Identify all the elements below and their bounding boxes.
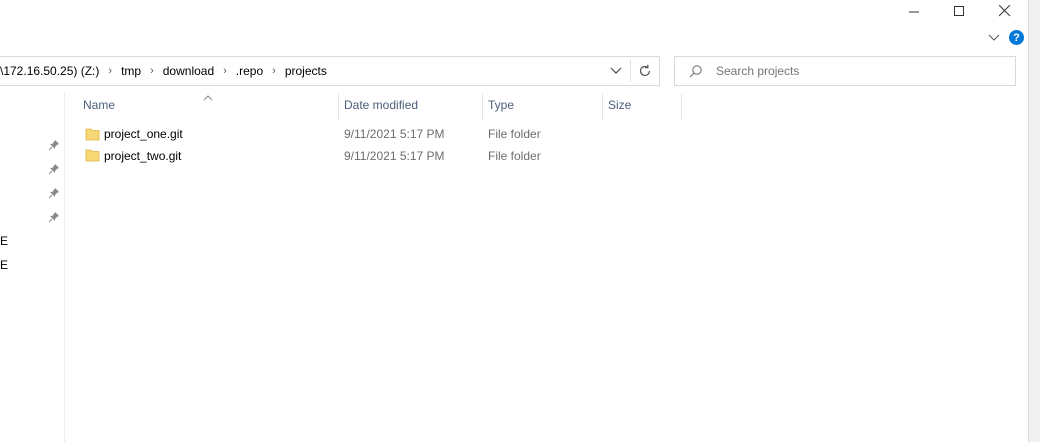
pin-icon[interactable] [48, 139, 60, 151]
column-header-type[interactable]: Type [488, 98, 514, 116]
search-box[interactable] [674, 56, 1016, 86]
column-header-date-modified[interactable]: Date modified [344, 98, 418, 116]
column-divider[interactable] [338, 94, 339, 120]
column-divider[interactable] [482, 94, 483, 120]
sidebar-item-label[interactable]: E [0, 258, 8, 272]
column-header-name[interactable]: Name [83, 98, 115, 116]
search-input[interactable] [714, 63, 1008, 79]
maximize-button[interactable] [936, 0, 982, 22]
pin-icon[interactable] [48, 187, 60, 199]
sort-ascending-icon [203, 90, 213, 104]
chevron-down-icon [610, 67, 622, 74]
breadcrumb-separator-icon[interactable]: › [108, 65, 112, 77]
breadcrumb-projects[interactable]: projects [285, 64, 327, 78]
file-date-modified: 9/11/2021 5:17 PM [344, 149, 445, 163]
close-icon [999, 5, 1011, 17]
file-type: File folder [488, 127, 541, 141]
folder-icon [85, 126, 100, 144]
file-name[interactable]: project_two.git [104, 149, 181, 163]
help-button[interactable]: ? [1009, 30, 1024, 45]
column-header-size[interactable]: Size [608, 98, 631, 116]
pin-icon[interactable] [48, 163, 60, 175]
search-icon [689, 64, 703, 78]
ribbon-expand-button[interactable] [988, 32, 1002, 44]
sidebar-item-label[interactable]: E [0, 234, 8, 248]
pin-icon[interactable] [48, 211, 60, 223]
breadcrumb-tmp[interactable]: tmp [121, 64, 141, 78]
refresh-icon [639, 64, 651, 77]
breadcrumb-separator-icon[interactable]: › [223, 65, 227, 77]
address-bar[interactable]: \172.16.50.25) (Z:) › tmp › download › .… [0, 56, 660, 86]
minimize-button[interactable] [891, 0, 937, 22]
window-border [1028, 0, 1040, 442]
column-divider[interactable] [681, 94, 682, 120]
file-date-modified: 9/11/2021 5:17 PM [344, 127, 445, 141]
breadcrumb-download[interactable]: download [163, 64, 214, 78]
chevron-down-icon [988, 34, 1000, 41]
file-name[interactable]: project_one.git [104, 127, 183, 141]
folder-icon [85, 147, 100, 165]
breadcrumb-drive[interactable]: \172.16.50.25) (Z:) [0, 64, 99, 78]
minimize-icon [908, 11, 919, 12]
breadcrumb-separator-icon[interactable]: › [150, 65, 154, 77]
navigation-pane-divider[interactable] [64, 92, 65, 442]
maximize-icon [953, 5, 964, 16]
column-divider[interactable] [602, 94, 603, 120]
file-type: File folder [488, 149, 541, 163]
refresh-button[interactable] [632, 57, 658, 85]
breadcrumb-repo[interactable]: .repo [236, 64, 263, 78]
help-label: ? [1013, 31, 1020, 44]
close-button[interactable] [982, 0, 1028, 22]
breadcrumb-separator-icon[interactable]: › [272, 65, 276, 77]
address-dropdown-button[interactable] [604, 57, 628, 85]
